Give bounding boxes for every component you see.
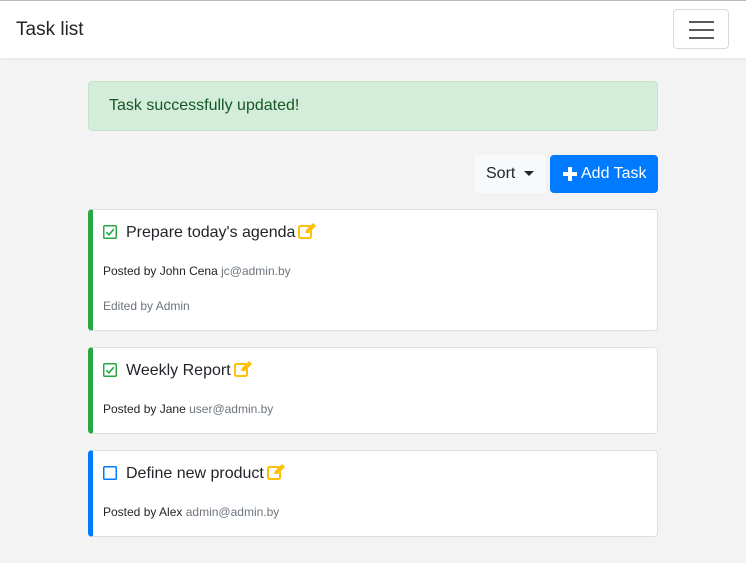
- task-title: Weekly Report: [126, 362, 231, 379]
- posted-prefix: Posted by: [103, 264, 157, 278]
- navbar: Task list: [0, 0, 746, 58]
- checked-checkbox-icon[interactable]: [103, 363, 117, 377]
- task-author: Alex: [159, 505, 183, 519]
- add-task-label: Add Task: [581, 165, 647, 182]
- task-posted-by: Posted by Alex admin@admin.by: [103, 504, 279, 520]
- success-alert: Task successfully updated!: [88, 81, 658, 131]
- task-author-email: admin@admin.by: [185, 505, 280, 519]
- brand-title[interactable]: Task list: [16, 18, 84, 42]
- edit-icon[interactable]: [266, 464, 285, 480]
- posted-prefix: Posted by: [103, 505, 157, 519]
- task-author: John Cena: [159, 264, 218, 278]
- task-card: Weekly Report Posted by Jane user@admin.…: [88, 347, 658, 434]
- task-card: Prepare today's agenda Posted by John Ce…: [88, 209, 658, 331]
- posted-prefix: Posted by: [103, 402, 157, 416]
- task-posted-by: Posted by John Cena jc@admin.by: [103, 263, 291, 279]
- plus-icon: [563, 167, 577, 181]
- edit-icon[interactable]: [233, 361, 252, 377]
- sort-label: Sort: [486, 165, 516, 182]
- sort-dropdown-button[interactable]: Sort: [474, 155, 546, 193]
- task-author-email: user@admin.by: [189, 402, 274, 416]
- task-title: Define new product: [126, 465, 264, 482]
- add-task-button[interactable]: Add Task: [550, 155, 658, 193]
- unchecked-checkbox-icon[interactable]: [103, 466, 117, 480]
- alert-message: Task successfully updated!: [109, 97, 300, 114]
- task-author: Jane: [159, 402, 186, 416]
- task-title: Prepare today's agenda: [126, 224, 296, 241]
- task-edited-by: Edited by Admin: [103, 299, 190, 313]
- edit-icon[interactable]: [298, 223, 317, 239]
- task-posted-by: Posted by Jane user@admin.by: [103, 401, 273, 417]
- checked-checkbox-icon[interactable]: [103, 225, 117, 239]
- navbar-toggler-button[interactable]: [673, 9, 729, 49]
- caret-down-icon: [524, 171, 534, 176]
- task-card: Define new product Posted by Alex admin@…: [88, 450, 658, 537]
- task-author-email: jc@admin.by: [221, 264, 291, 278]
